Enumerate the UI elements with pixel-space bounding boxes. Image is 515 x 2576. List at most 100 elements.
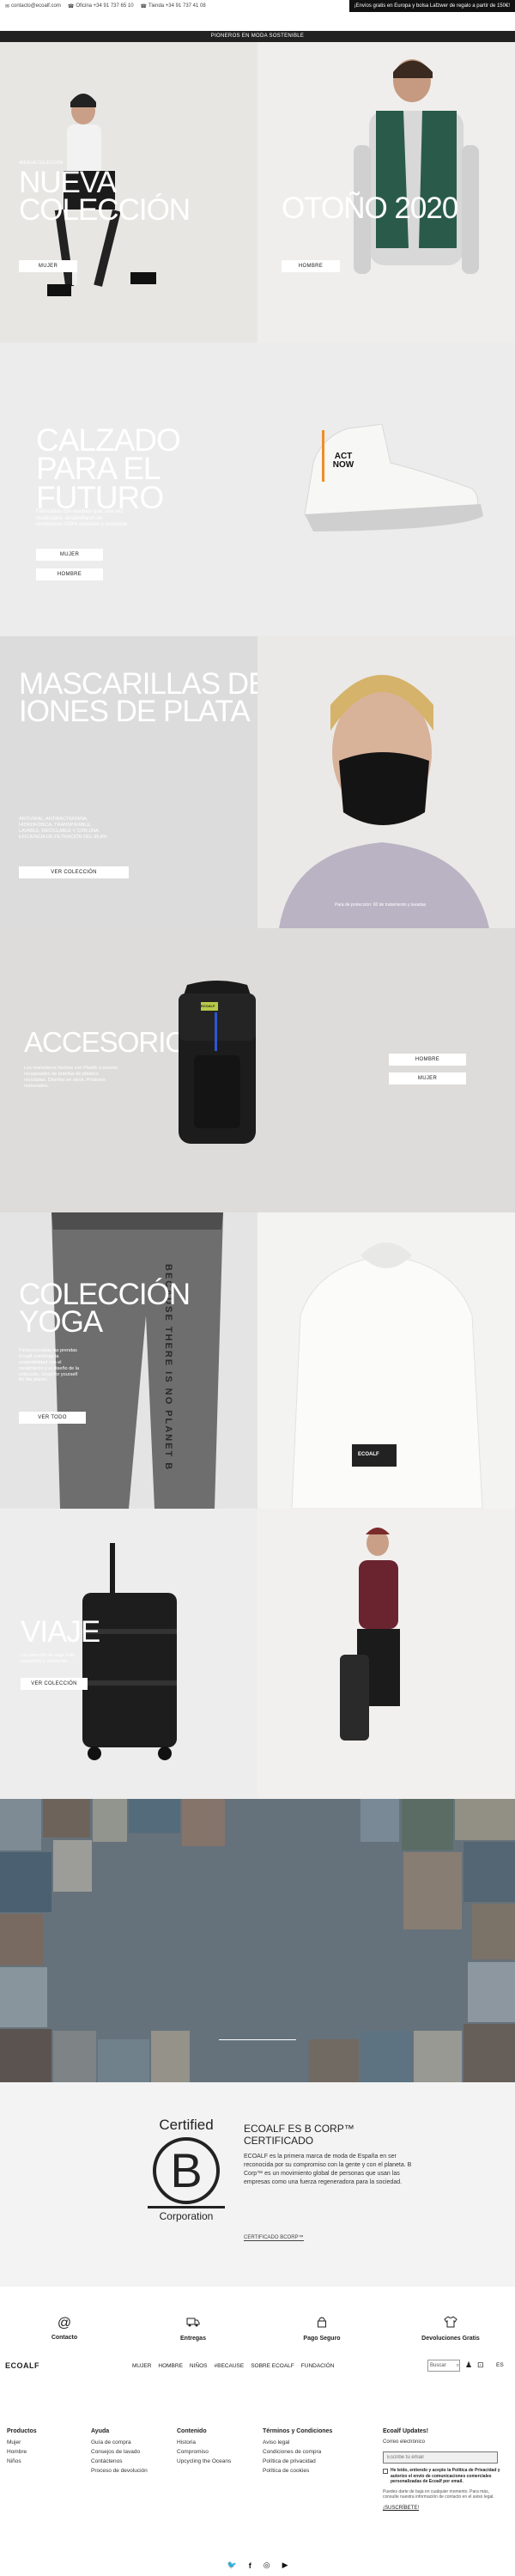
footer-link[interactable]: Consejos de lavado (91, 2449, 148, 2455)
footer-link[interactable]: Guía de compra (91, 2439, 148, 2445)
header-strip (0, 12, 515, 31)
footer-link[interactable]: Condiciones de compra (263, 2449, 332, 2455)
hoodie-label: ECOALF (358, 1452, 379, 1457)
promo-banner[interactable]: ¡Envíos gratis en Europa y bolsa Lafzwer… (348, 0, 515, 12)
instagram-icon[interactable]: ◎ (264, 2561, 270, 2570)
mail-icon: ✉ (5, 3, 10, 9)
masks-left-panel: MASCARILLAS DE IONES DE PLATA ANTIVIRAL,… (0, 636, 268, 928)
newsletter-title: Ecoalf Updates! (383, 2428, 428, 2434)
yoga-left-image[interactable]: BECAUSE THERE IS NO PLANET B COLECCIÓN Y… (0, 1212, 258, 1509)
bcorp-b-mark: B (153, 2137, 220, 2204)
lock-icon (318, 2317, 326, 2328)
footer-link[interactable]: Historia (177, 2439, 231, 2445)
masks-text: ANTIVIRAL, ANTIBACTERIANA, HIDROFÓBICA, … (19, 817, 107, 840)
bcorp-title: ECOALF ES B CORP™ CERTIFICADO (244, 2123, 354, 2147)
store-phone[interactable]: ☎ Tienda +34 91 737 41 08 (141, 3, 206, 9)
yoga-title: COLECCIÓN YOGA (19, 1278, 191, 1339)
travel-right-image[interactable] (258, 1509, 515, 1799)
bcorp-link[interactable]: CERTIFICADO BCORP™ (244, 2235, 304, 2241)
travel-left-image[interactable]: VIAJE La colección de viaje más sostenib… (0, 1509, 258, 1799)
travel-title: VIAJE (21, 1615, 100, 1649)
footwear-section: CALZADO PARA EL FUTURO Fabricadas con re… (0, 343, 515, 636)
footer-link[interactable]: Contáctenos (91, 2458, 148, 2464)
join-movement-link[interactable] (219, 2038, 296, 2040)
nav-men[interactable]: HOMBRE (158, 2363, 183, 2369)
nav-because[interactable]: #BECAUSE (215, 2363, 245, 2369)
backpack-label: ECOALF (201, 1004, 215, 1008)
nav-women[interactable]: MUJER (132, 2363, 151, 2369)
backpack-image[interactable] (144, 978, 290, 1154)
service-contact[interactable]: @ Contacto (39, 2316, 90, 2341)
footer-link[interactable]: Proceso de devolución (91, 2468, 148, 2474)
phone-icon: ☎ (140, 3, 148, 9)
yoga-right-image[interactable]: ECOALF (258, 1212, 515, 1509)
nav-kids[interactable]: NIÑOS (190, 2363, 208, 2369)
accessories-text: Los monederos hechos con Plastik a nuevo… (24, 1066, 118, 1089)
bcorp-corporation-text: Corporation (148, 2206, 225, 2222)
email-link[interactable]: ✉ contacto@ecoalf.com (5, 3, 61, 9)
cart-icon[interactable]: ⊡ (477, 2360, 484, 2370)
sneaker-image[interactable] (288, 411, 494, 540)
mask-model-illustration (258, 636, 515, 928)
at-icon: @ (57, 2316, 72, 2330)
oceans-section (0, 1799, 515, 2082)
hoodie-illustration (258, 1212, 515, 1509)
footer-link[interactable]: Hombre (7, 2449, 37, 2455)
subscribe-button[interactable]: ¡SUSCRÍBETE! (383, 2506, 503, 2511)
sneaker-label: ACT NOW (332, 452, 354, 470)
consent-checkbox[interactable] (383, 2469, 388, 2474)
newsletter-email-input[interactable] (383, 2451, 498, 2464)
hero-women-image[interactable]: ANUEVA COLECCIÓN NUEVA COLECCIÓN MUJER (0, 42, 258, 343)
footwear-text: Fabricadas con residuos que, una vez reu… (36, 509, 130, 527)
accessories-men-button[interactable]: HOMBRE (389, 1054, 466, 1066)
social-links: 🐦 f ◎ ▶ (0, 2555, 515, 2576)
footwear-women-button[interactable]: MUJER (36, 549, 103, 561)
footer-link[interactable]: Compromiso (177, 2449, 231, 2455)
service-delivery[interactable]: Entregas (167, 2316, 219, 2342)
service-secure-payment[interactable]: Pago Seguro (296, 2316, 348, 2342)
user-icon[interactable]: ♟ (465, 2360, 472, 2370)
sustainability-banner: PIONEROS EN MODA SOSTENIBLE (0, 31, 515, 42)
masks-model-image[interactable]: Para de protección: 60 de tratamiento y … (258, 636, 515, 928)
facebook-icon[interactable]: f (249, 2561, 251, 2570)
hero-women-title: NUEVA COLECCIÓN (19, 166, 191, 227)
top-bar: ✉ contacto@ecoalf.com ☎ Oficina +34 91 737… (0, 0, 515, 12)
newsletter-note: Puedes darte de baja en cualquier moment… (383, 2488, 494, 2500)
search-box[interactable]: Buscar ⌕ (427, 2360, 460, 2372)
accessories-women-button[interactable]: MUJER (389, 1072, 466, 1084)
truck-icon (186, 2318, 200, 2327)
language-selector[interactable]: ES (496, 2362, 504, 2368)
footer-links: Productos Mujer Hombre Niños Ayuda Guía … (0, 2404, 515, 2524)
footer-link[interactable]: Política de cookies (263, 2468, 332, 2474)
footer-link[interactable]: Política de privacidad (263, 2458, 332, 2464)
office-phone[interactable]: ☎ Oficina +34 91 737 65 10 (68, 3, 134, 9)
youtube-icon[interactable]: ▶ (282, 2561, 288, 2570)
service-free-returns[interactable]: Devoluciones Gratis (416, 2316, 485, 2342)
ecoalf-logo[interactable]: ECOALF (5, 2361, 132, 2370)
bcorp-section: Certified B Corporation ECOALF ES B CORP… (0, 2082, 515, 2287)
nav-foundation[interactable]: FUNDACIÓN (301, 2363, 335, 2369)
footwear-men-button[interactable]: HOMBRE (36, 568, 103, 580)
footer-link[interactable]: Aviso legal (263, 2439, 332, 2445)
shirt-icon (444, 2316, 457, 2328)
yoga-text: Perfeccionadas las prendas Ecoalf combin… (19, 1348, 80, 1383)
footer-link[interactable]: Mujer (7, 2439, 37, 2445)
newsletter: Ecoalf Updates! Correo electrónico He le… (383, 2428, 503, 2511)
nav-about[interactable]: SOBRE ECOALF (251, 2363, 294, 2369)
footer-link[interactable]: Niños (7, 2458, 37, 2464)
travel-collection-button[interactable]: VER COLECCIÓN (21, 1678, 88, 1690)
yoga-view-all-button[interactable]: VER TODO (19, 1412, 86, 1424)
masks-title: MASCARILLAS DE IONES DE PLATA (19, 667, 268, 728)
bcorp-logo: Certified B Corporation (148, 2117, 225, 2222)
footer-col-help: Ayuda Guía de compra Consejos de lavado … (91, 2428, 148, 2474)
women-button[interactable]: MUJER (19, 260, 77, 272)
bcorp-certified-text: Certified (159, 2117, 214, 2133)
footer-link[interactable]: Upcycling the Oceans (177, 2458, 231, 2464)
footwear-title: CALZADO PARA EL FUTURO (36, 422, 181, 515)
consent-text: He leído, entiendo y acepto la Política … (391, 2468, 500, 2484)
men-button[interactable]: HOMBRE (282, 260, 340, 272)
hero-men-image[interactable]: OTOÑO 2020 HOMBRE (258, 42, 515, 343)
twitter-icon[interactable]: 🐦 (227, 2561, 237, 2570)
hero-men-title: OTOÑO 2020 (282, 191, 458, 225)
masks-collection-button[interactable]: VER COLECCIÓN (19, 866, 129, 878)
